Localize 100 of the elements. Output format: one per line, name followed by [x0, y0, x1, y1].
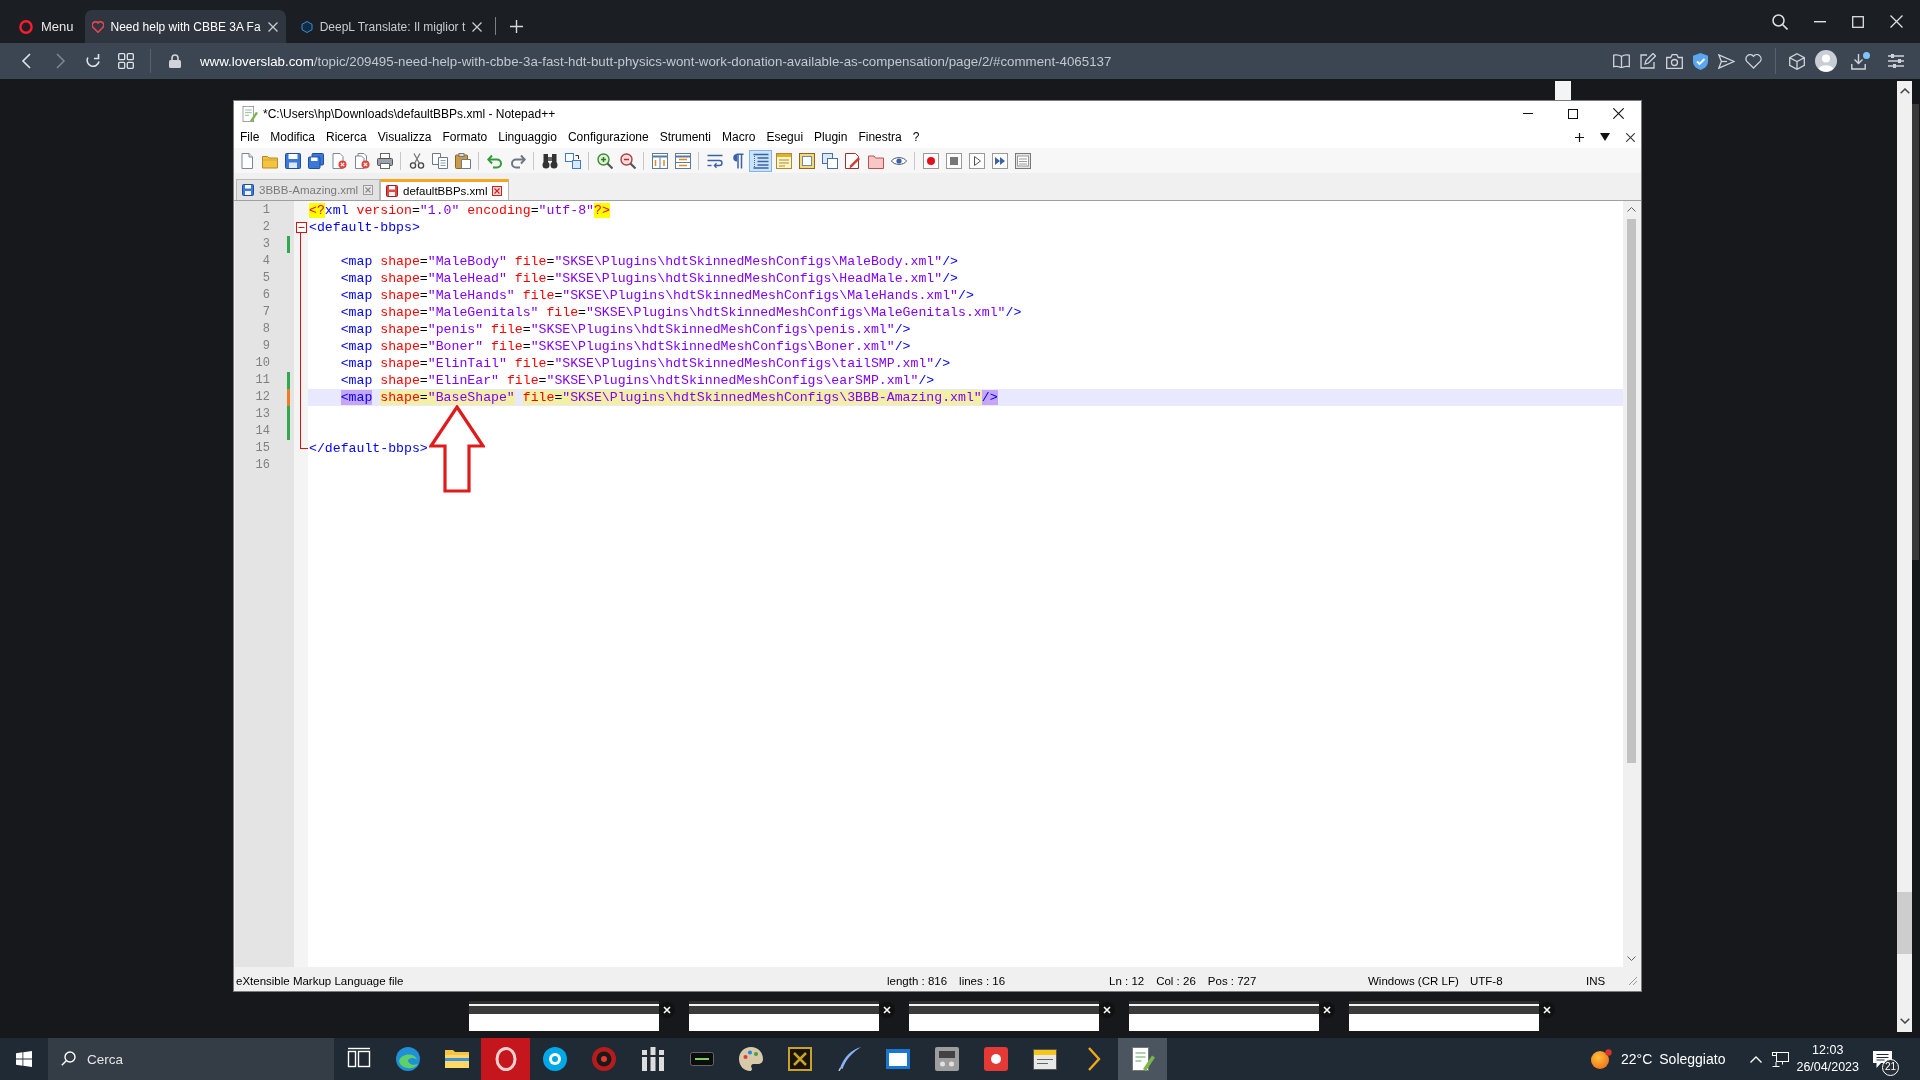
line-number: 3 — [262, 236, 270, 253]
weather-condition[interactable]: Soleggiato — [1659, 1051, 1726, 1067]
word-wrap-icon — [706, 152, 723, 169]
browser-tab[interactable]: Need help with CBBE 3A Fa — [84, 10, 286, 43]
menu-item[interactable]: Esegui — [760, 130, 809, 144]
grid-icon[interactable] — [118, 53, 134, 69]
reload-icon[interactable] — [85, 53, 101, 69]
download-icon[interactable] — [1851, 52, 1870, 70]
cube-icon[interactable] — [1789, 52, 1805, 70]
scrollbar-thumb[interactable] — [1912, 104, 1919, 560]
window-icon — [885, 1047, 910, 1071]
toolbar-button[interactable] — [749, 149, 772, 172]
menu-item[interactable]: Plugin — [808, 130, 853, 144]
new-file-icon — [238, 152, 255, 169]
file-close-icon — [330, 152, 347, 169]
plus-icon[interactable] — [1575, 132, 1584, 142]
close-icon[interactable] — [1319, 1002, 1335, 1018]
file-tab[interactable]: defaultBBPs.xml — [380, 179, 510, 200]
swirl-icon — [395, 1047, 420, 1071]
weather-temperature[interactable]: 22°C — [1621, 1051, 1653, 1067]
menu-item[interactable]: Formato — [437, 130, 493, 144]
maximize-icon[interactable] — [1568, 108, 1578, 119]
code-line: <map shape="MaleBody" file="SKSE\Plugins\hdtSkinnedMeshConfigs\MaleBody.xml"/> — [339, 254, 958, 269]
resize-grip-icon[interactable] — [1628, 976, 1638, 986]
scrollbar[interactable] — [1623, 201, 1640, 967]
address-field[interactable]: www.loverslab.com/topic/209495-need-help-with-cbbe-3a-fast-hdt-butt-physics-wont-work-donation-available-as-compensation/page/2/#comment-4065137 — [200, 53, 1112, 69]
shield-check-icon[interactable] — [1693, 52, 1708, 70]
line-number: 13 — [255, 406, 270, 423]
open-book-icon[interactable] — [1613, 54, 1630, 68]
sliders-icon[interactable] — [1888, 54, 1904, 68]
bars-icon — [640, 1047, 665, 1071]
folder-icon — [867, 152, 884, 169]
collapse-icon[interactable] — [295, 222, 307, 233]
thumbnail-preview[interactable] — [909, 1001, 1099, 1031]
search-icon — [61, 1051, 76, 1066]
taskbar-button[interactable] — [1118, 1038, 1167, 1080]
thumbnail-preview[interactable] — [689, 1001, 879, 1031]
menu-item[interactable]: Macro — [716, 130, 761, 144]
menu-item[interactable]: Ricerca — [320, 130, 373, 144]
close-icon[interactable] — [1626, 132, 1635, 142]
ring-icon — [19, 19, 33, 34]
avatar-icon[interactable] — [1815, 50, 1837, 72]
status-text: Windows (CR LF) — [1368, 975, 1459, 987]
close-icon[interactable] — [1099, 1002, 1115, 1018]
four-panes-icon[interactable] — [16, 1051, 32, 1067]
code-line: <map shape="MaleHead" file="SKSE\Plugins\hdtSkinnedMeshConfigs\HeadMale.xml"/> — [339, 271, 958, 286]
menu-item[interactable]: Strumenti — [654, 130, 717, 144]
close-icon[interactable] — [879, 1002, 895, 1018]
menu-item[interactable]: ? — [907, 130, 925, 144]
caret-down-icon[interactable] — [1600, 133, 1610, 141]
close-icon[interactable] — [659, 1002, 675, 1018]
menu-item[interactable]: Linguaggio — [492, 130, 563, 144]
line-number: 5 — [262, 270, 270, 287]
menu-item[interactable]: Visualizza — [372, 130, 438, 144]
menu-button[interactable]: Menu — [0, 10, 85, 43]
monitor-icon[interactable] — [1772, 1051, 1790, 1067]
page-frame-icon — [798, 152, 815, 169]
caret-up-icon[interactable] — [1627, 207, 1636, 212]
clock-date[interactable]: 26/04/2023 — [1796, 1059, 1859, 1076]
clock-time[interactable]: 12:03 — [1812, 1042, 1844, 1059]
paper-plane-icon[interactable] — [1718, 53, 1735, 69]
heart-icon[interactable] — [1745, 53, 1762, 69]
chevron-up-icon[interactable] — [1750, 1055, 1763, 1063]
minimize-icon[interactable] — [1814, 20, 1826, 23]
target-icon — [591, 1047, 616, 1071]
panel-window-icon — [775, 152, 792, 169]
lock-icon[interactable] — [169, 54, 181, 68]
menu-item[interactable]: Configurazione — [562, 130, 655, 144]
scrollbar-thumb[interactable] — [1627, 219, 1636, 763]
camera-icon[interactable] — [1666, 53, 1683, 69]
notepad-icon — [242, 105, 258, 122]
status-text: Col : 26 — [1156, 975, 1196, 987]
undo-icon — [486, 152, 503, 169]
printer-icon — [376, 152, 393, 169]
bubble-icon — [542, 1047, 567, 1071]
caret-down-icon[interactable] — [1899, 1018, 1910, 1024]
heart-icon — [91, 20, 104, 33]
pencil-square-icon[interactable] — [1640, 53, 1656, 69]
browser-tab[interactable]: DeepL Translate: Il miglior t — [293, 10, 491, 43]
search-icon[interactable] — [1772, 13, 1788, 30]
sun-icon[interactable] — [1591, 1049, 1612, 1069]
window-title: *C:\Users\hp\Downloads\defaultBBPs.xml - Notepad++ — [263, 106, 556, 121]
thumbnail-preview[interactable] — [1349, 1001, 1539, 1031]
status-text: length : 816 — [887, 975, 948, 987]
windows-icon — [821, 152, 838, 169]
search-field[interactable]: Cerca — [48, 1038, 334, 1080]
line-number: 12 — [255, 389, 270, 406]
caret-up-icon[interactable] — [1899, 88, 1910, 94]
menu-item[interactable]: Finestra — [852, 130, 908, 144]
line-number: 10 — [255, 355, 270, 372]
close-icon[interactable] — [1539, 1002, 1555, 1018]
redo-icon — [509, 152, 526, 169]
thumbnail-preview[interactable] — [1129, 1001, 1319, 1031]
menu-item[interactable]: Modifica — [264, 130, 321, 144]
code-line: <map shape="ElinEar" file="SKSE\Plugins\hdtSkinnedMeshConfigs\earSMP.xml"/> — [339, 373, 935, 388]
scrollbar[interactable] — [1897, 81, 1912, 1032]
close-icon[interactable] — [1613, 108, 1624, 119]
scrollbar-thumb[interactable] — [1897, 892, 1912, 954]
thumbnail-preview[interactable] — [469, 1001, 659, 1031]
menu-item[interactable]: File — [234, 130, 265, 144]
